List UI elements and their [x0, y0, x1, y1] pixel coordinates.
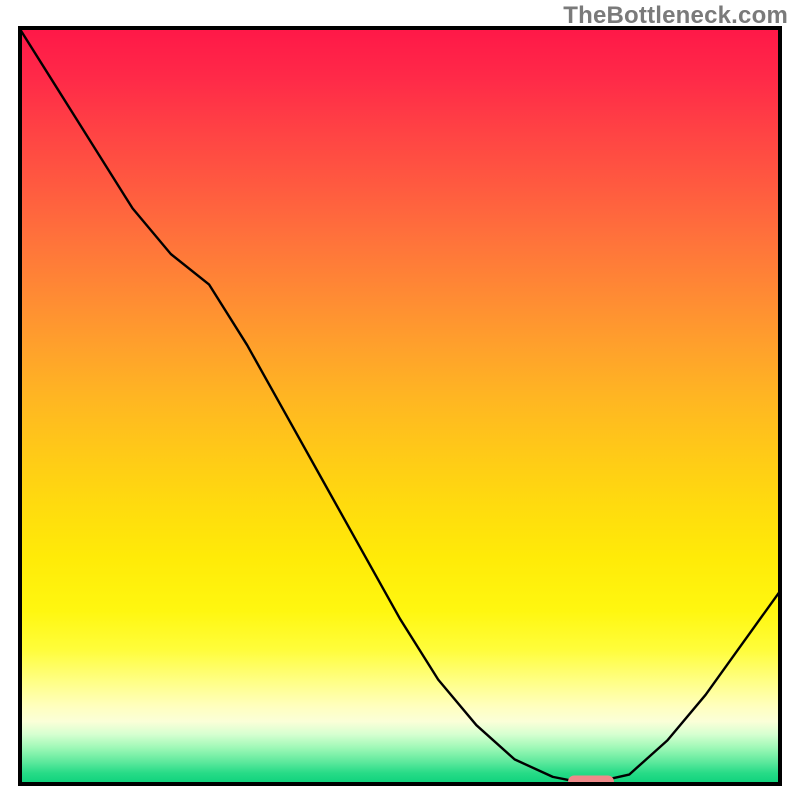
chart-overlay	[18, 26, 782, 786]
chart-container: TheBottleneck.com	[0, 0, 800, 800]
optimal-range-marker	[568, 775, 614, 786]
marker-group	[568, 775, 614, 786]
curve-group	[18, 26, 782, 781]
plot-area	[18, 26, 782, 786]
bottleneck-curve	[18, 26, 782, 781]
